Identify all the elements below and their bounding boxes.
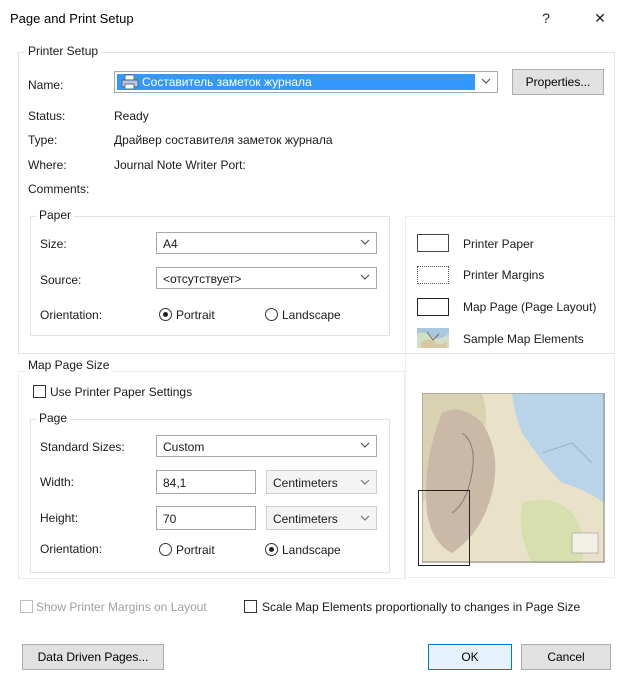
printer-paper-swatch <box>417 234 449 252</box>
type-label: Type: <box>28 133 58 147</box>
width-label: Width: <box>40 475 75 489</box>
width-unit-select[interactable]: Centimeters <box>266 470 377 494</box>
page-portrait-radio[interactable] <box>159 543 172 556</box>
use-printer-paper-label: Use Printer Paper Settings <box>50 385 193 399</box>
height-unit-value: Centimeters <box>273 512 338 526</box>
printer-name-value: Составитель заметок журнала <box>142 75 312 89</box>
height-value: 70 <box>163 512 177 526</box>
chevron-down-icon <box>360 274 370 280</box>
paper-landscape-label: Landscape <box>282 308 341 322</box>
paper-orientation-label: Orientation: <box>40 308 103 322</box>
legend-map-page: Map Page (Page Layout) <box>463 300 597 314</box>
chevron-down-icon <box>481 78 491 84</box>
page-orientation-label: Orientation: <box>40 542 103 556</box>
legend-sample-map: Sample Map Elements <box>463 332 584 346</box>
chevron-down-icon <box>360 239 370 245</box>
printer-name-select[interactable]: Составитель заметок журнала <box>114 71 498 93</box>
standard-sizes-value: Custom <box>163 440 205 454</box>
page-landscape-radio[interactable] <box>265 543 278 556</box>
map-page-swatch <box>417 298 449 316</box>
chevron-down-icon <box>360 515 370 521</box>
scale-elements-checkbox[interactable] <box>244 600 257 613</box>
where-label: Where: <box>28 158 67 172</box>
map-page-frame <box>418 490 470 566</box>
name-label: Name: <box>28 78 64 92</box>
paper-source-value: <отсутствует> <box>163 272 242 286</box>
height-unit-select[interactable]: Centimeters <box>266 506 377 530</box>
page-portrait-label: Portrait <box>176 543 215 557</box>
paper-size-label: Size: <box>40 237 67 251</box>
printer-icon <box>121 74 139 90</box>
data-driven-pages-button[interactable]: Data Driven Pages... <box>22 644 164 670</box>
legend-printer-margins: Printer Margins <box>463 268 545 282</box>
where-value: Journal Note Writer Port: <box>114 158 246 172</box>
map-page-size-label: Map Page Size <box>25 358 113 372</box>
close-button[interactable]: ✕ <box>580 4 620 32</box>
use-printer-paper-checkbox[interactable] <box>33 385 46 398</box>
map-thumbnail-icon <box>417 328 449 348</box>
paper-portrait-radio[interactable] <box>159 308 172 321</box>
height-label: Height: <box>40 511 79 525</box>
status-value: Ready <box>114 109 149 123</box>
paper-source-select[interactable]: <отсутствует> <box>156 267 377 289</box>
comments-label: Comments: <box>28 182 90 196</box>
status-label: Status: <box>28 109 66 123</box>
paper-size-value: A4 <box>163 237 178 251</box>
paper-label: Paper <box>36 208 75 222</box>
legend-printer-paper: Printer Paper <box>463 237 534 251</box>
type-value: Драйвер составителя заметок журнала <box>114 133 333 147</box>
printer-margins-swatch <box>417 266 449 284</box>
scale-elements-label: Scale Map Elements proportionally to cha… <box>262 600 581 614</box>
paper-source-label: Source: <box>40 273 82 287</box>
width-value: 84,1 <box>163 476 187 490</box>
help-button[interactable]: ? <box>526 4 566 32</box>
page-landscape-label: Landscape <box>282 543 341 557</box>
standard-sizes-label: Standard Sizes: <box>40 440 125 454</box>
height-input[interactable]: 70 <box>156 506 256 530</box>
width-unit-value: Centimeters <box>273 476 338 490</box>
cancel-button[interactable]: Cancel <box>521 644 611 670</box>
chevron-down-icon <box>360 442 370 448</box>
page-group-label: Page <box>36 411 71 425</box>
show-margins-checkbox[interactable] <box>20 600 33 613</box>
properties-button[interactable]: Properties... <box>512 69 604 95</box>
ok-button[interactable]: OK <box>428 644 512 670</box>
show-margins-label: Show Printer Margins on Layout <box>36 600 207 614</box>
printer-setup-label: Printer Setup <box>25 44 102 58</box>
standard-sizes-select[interactable]: Custom <box>156 435 377 457</box>
window-title: Page and Print Setup <box>10 11 134 26</box>
paper-landscape-radio[interactable] <box>265 308 278 321</box>
paper-portrait-label: Portrait <box>176 308 215 322</box>
chevron-down-icon <box>360 479 370 485</box>
width-input[interactable]: 84,1 <box>156 470 256 494</box>
paper-size-select[interactable]: A4 <box>156 232 377 254</box>
